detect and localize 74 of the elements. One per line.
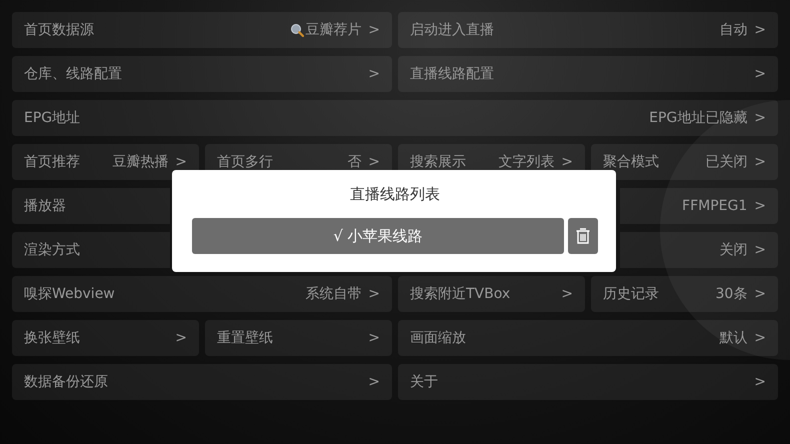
setting-label: 画面缩放 [410, 329, 466, 347]
setting-item[interactable]: 播放器 [12, 188, 170, 224]
chevron-text: > [368, 22, 380, 38]
setting-item[interactable]: 换张壁纸 > [12, 320, 199, 356]
chevron-text: > [368, 374, 380, 390]
setting-value: 已关闭 [705, 153, 748, 171]
search-icon [290, 23, 304, 37]
chevron-text: > [754, 110, 766, 126]
setting-value: FFMPEG1 [682, 198, 748, 214]
setting-item[interactable]: 重置壁纸 > [205, 320, 392, 356]
setting-label: 启动进入直播 [410, 21, 494, 39]
setting-value: 豆瓣热播 [112, 153, 168, 171]
chevron-text: > [754, 242, 766, 258]
setting-label: 首页推荐 [24, 153, 80, 171]
setting-item[interactable]: 首页数据源 豆瓣荐片 > [12, 12, 392, 48]
setting-item[interactable]: 关于 > [398, 364, 778, 400]
chevron-text: > [754, 374, 766, 390]
chevron-text: > [754, 22, 766, 38]
setting-label: 搜索附近TVBox [410, 285, 510, 303]
setting-item[interactable]: 搜索附近TVBox > [398, 276, 585, 312]
chevron-text: > [561, 286, 573, 302]
chevron-text: > [368, 66, 380, 82]
chevron-text: > [754, 66, 766, 82]
setting-label: 重置壁纸 [217, 329, 273, 347]
setting-item[interactable]: 嗅探Webview 系统自带 > [12, 276, 392, 312]
setting-item[interactable]: 画面缩放 默认 > [398, 320, 778, 356]
setting-item[interactable]: 渲染方式 [12, 232, 170, 268]
setting-item[interactable]: 历史记录 30条 > [591, 276, 778, 312]
line-option[interactable]: √ 小苹果线路 [192, 218, 564, 254]
chevron-text: > [754, 198, 766, 214]
setting-label: 数据备份还原 [24, 373, 108, 391]
setting-value: 30条 [715, 285, 748, 303]
chevron-text: > [175, 330, 187, 346]
setting-item[interactable]: 数据备份还原 > [12, 364, 392, 400]
setting-label: 关于 [410, 373, 438, 391]
chevron-text: > [754, 286, 766, 302]
setting-value: 文字列表 [498, 153, 554, 171]
setting-value: 豆瓣荐片 [305, 21, 362, 39]
setting-label: 嗅探Webview [24, 285, 115, 303]
setting-item[interactable]: 仓库、线路配置 > [12, 56, 392, 92]
chevron-text: > [561, 154, 573, 170]
chevron-text: > [175, 154, 187, 170]
chevron-text: > [754, 154, 766, 170]
setting-label: 首页数据源 [24, 21, 94, 39]
setting-value: 自动 [719, 21, 748, 39]
setting-item[interactable]: 关闭 > [620, 232, 778, 268]
setting-label: 直播线路配置 [410, 65, 494, 83]
setting-item[interactable]: EPG地址 EPG地址已隐藏 > [12, 100, 778, 136]
setting-label: 首页多行 [217, 153, 273, 171]
dialog-title: 直播线路列表 [349, 184, 441, 205]
setting-item[interactable]: 首页推荐 豆瓣热播 > [12, 144, 199, 180]
chevron-text: > [754, 330, 766, 346]
chevron-text: > [368, 330, 380, 346]
setting-value: 系统自带 [305, 285, 362, 303]
setting-value: 关闭 [719, 241, 748, 259]
setting-label: 渲染方式 [24, 241, 80, 259]
setting-label: 播放器 [24, 197, 66, 215]
setting-label: 搜索展示 [410, 153, 466, 171]
setting-label: EPG地址 [24, 109, 80, 127]
setting-value: 默认 [719, 329, 748, 347]
chevron-text: > [368, 286, 380, 302]
setting-item[interactable]: 直播线路配置 > [398, 56, 778, 92]
setting-value: 否 [347, 153, 362, 171]
delete-button[interactable] [568, 218, 598, 254]
setting-label: 聚合模式 [603, 153, 659, 171]
setting-label: 仓库、线路配置 [24, 65, 122, 83]
setting-label: 历史记录 [603, 285, 659, 303]
setting-item[interactable]: 聚合模式 已关闭 > [591, 144, 778, 180]
setting-value: EPG地址已隐藏 [649, 109, 748, 127]
setting-label: 换张壁纸 [24, 329, 80, 347]
trash-icon [575, 227, 591, 245]
chevron-text: > [368, 154, 380, 170]
setting-item[interactable]: 启动进入直播 自动 > [398, 12, 778, 48]
setting-item[interactable]: FFMPEG1 > [620, 188, 778, 224]
